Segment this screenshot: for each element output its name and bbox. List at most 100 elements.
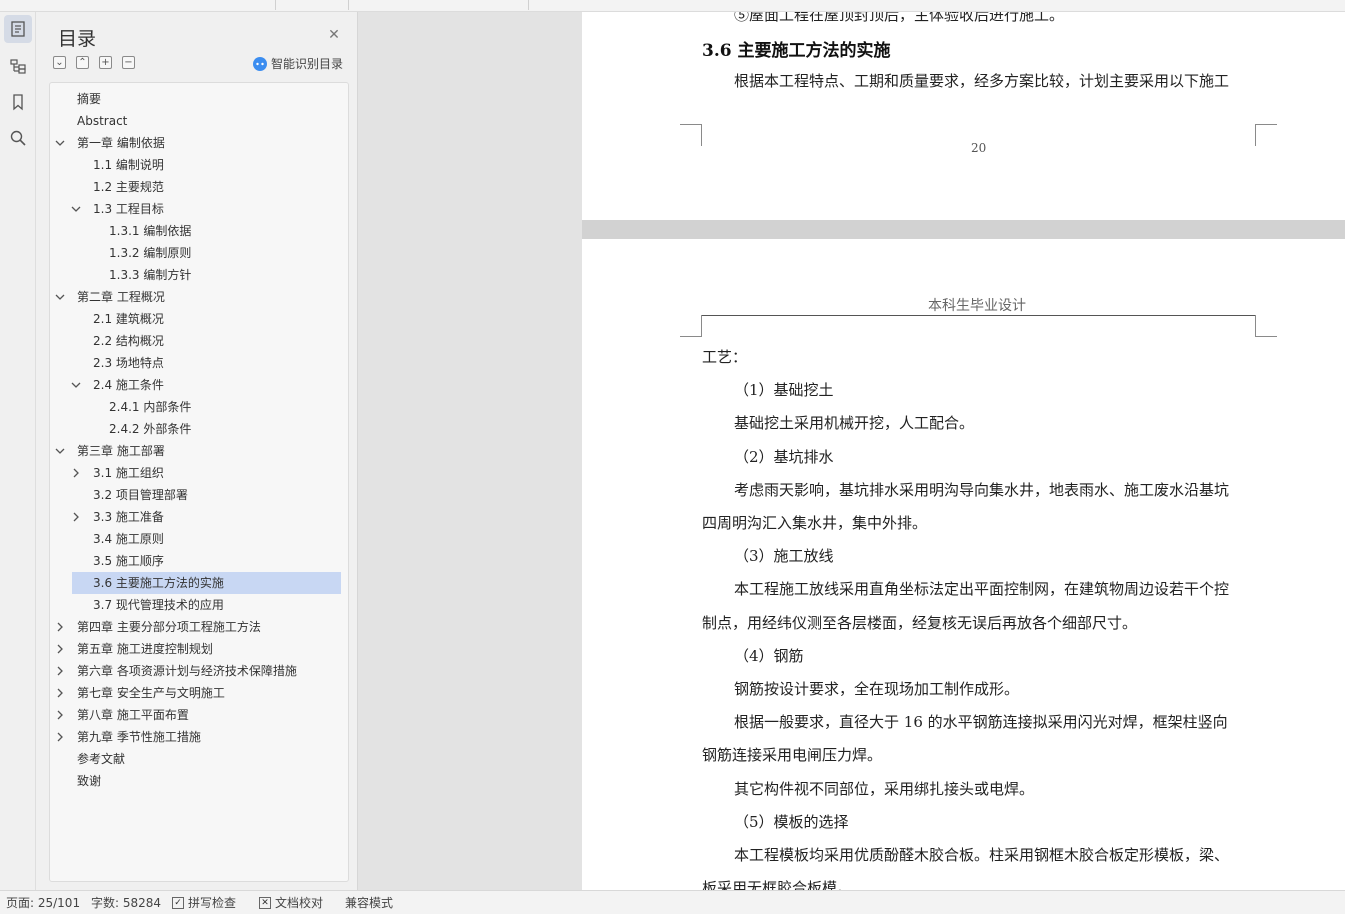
proofread-label: 文档校对 <box>275 896 324 910</box>
toc-item[interactable]: Abstract <box>50 110 348 132</box>
top-toolbar-strip <box>0 0 1345 12</box>
spell-check-label: 拼写检查 <box>188 896 237 910</box>
toc-item[interactable]: 参考文献 <box>50 748 348 770</box>
plus-icon: + <box>101 56 110 68</box>
toc-item[interactable]: 3.5 施工顺序 <box>50 550 348 572</box>
proofread-button[interactable]: ✕ 文档校对 <box>259 891 323 914</box>
toc-item[interactable]: 第八章 施工平面布置 <box>50 704 348 726</box>
toc-item[interactable]: 第二章 工程概况 <box>50 286 348 308</box>
chevron-right-icon[interactable] <box>54 638 66 660</box>
toc-item[interactable]: 3.3 施工准备 <box>50 506 348 528</box>
toc-item[interactable]: 2.4.1 内部条件 <box>50 396 348 418</box>
toc-item-label: 3.7 现代管理技术的应用 <box>93 598 224 612</box>
page-margin-mark <box>680 124 702 146</box>
chevron-right-icon[interactable] <box>54 660 66 682</box>
toc-item[interactable]: 2.4 施工条件 <box>50 374 348 396</box>
paragraph-line: （1）基础挖土 <box>734 381 834 399</box>
chevron-down-icon: ⌄ <box>55 56 64 68</box>
toc-item[interactable]: 3.2 项目管理部署 <box>50 484 348 506</box>
toolbar-separator <box>275 0 276 10</box>
chevron-down-icon[interactable] <box>54 286 66 308</box>
toc-item-label: 2.1 建筑概况 <box>93 312 164 326</box>
chevron-down-icon[interactable] <box>70 374 82 396</box>
chevron-down-icon[interactable] <box>54 440 66 462</box>
paragraph-line: 考虑雨天影响，基坑排水采用明沟导向集水井，地表雨水、施工废水沿基坑 <box>734 481 1230 499</box>
toc-panel-button[interactable] <box>4 15 32 43</box>
chevron-right-icon[interactable] <box>70 506 82 528</box>
toc-icon <box>11 21 25 37</box>
toc-item[interactable]: 3.6 主要施工方法的实施 <box>72 572 341 594</box>
toc-item[interactable]: 2.3 场地特点 <box>50 352 348 374</box>
toc-item-label: 1.3 工程目标 <box>93 202 164 216</box>
page-header-line <box>701 315 1255 316</box>
page-margin-mark <box>680 315 702 337</box>
paragraph-line: （2）基坑排水 <box>734 448 834 466</box>
side-icon-rail <box>0 12 36 890</box>
toc-panel: 目录 ✕ ⌄ ⌃ + − 智能识别目录 摘要 Abstract 第一章 编制依据 1.… <box>36 12 358 890</box>
remove-heading-button[interactable]: − <box>122 56 135 69</box>
toc-item[interactable]: 第九章 季节性施工措施 <box>50 726 348 748</box>
toc-item-label: 3.5 施工顺序 <box>93 554 164 568</box>
toc-item[interactable]: 1.1 编制说明 <box>50 154 348 176</box>
paragraph-line: 基础挖土采用机械开挖，人工配合。 <box>734 414 975 432</box>
toc-title: 目录 <box>58 28 97 50</box>
page-margin-mark <box>1255 315 1277 337</box>
search-panel-button[interactable] <box>4 124 32 152</box>
minus-icon: − <box>124 56 133 68</box>
ai-smart-icon <box>253 56 267 71</box>
toc-item[interactable]: 1.3.3 编制方针 <box>50 264 348 286</box>
toc-item-label: 2.4 施工条件 <box>93 378 164 392</box>
toc-item-label: 第三章 施工部署 <box>77 444 165 458</box>
toc-item-label: 3.1 施工组织 <box>93 466 164 480</box>
toc-item[interactable]: 3.4 施工原则 <box>50 528 348 550</box>
chevron-right-icon[interactable] <box>54 704 66 726</box>
navigation-panel-button[interactable] <box>4 52 32 80</box>
toc-item-label: 2.3 场地特点 <box>93 356 164 370</box>
spell-check-button[interactable]: ✓ 拼写检查 <box>172 891 236 914</box>
toc-item[interactable]: 1.3.1 编制依据 <box>50 220 348 242</box>
expand-all-button[interactable]: ⌄ <box>53 56 66 69</box>
add-heading-button[interactable]: + <box>99 56 112 69</box>
toc-item-label: 1.1 编制说明 <box>93 158 164 172</box>
toc-item[interactable]: 致谢 <box>50 770 348 792</box>
chevron-right-icon[interactable] <box>54 726 66 748</box>
paragraph-line: （4）钢筋 <box>734 647 804 665</box>
word-count[interactable]: 字数: 58284 <box>91 891 161 914</box>
toc-item[interactable]: 3.1 施工组织 <box>50 462 348 484</box>
collapse-all-button[interactable]: ⌃ <box>76 56 89 69</box>
bookmark-panel-button[interactable] <box>4 88 32 116</box>
toc-item[interactable]: 1.3.2 编制原则 <box>50 242 348 264</box>
toc-item[interactable]: 3.7 现代管理技术的应用 <box>50 594 348 616</box>
paragraph-line: 其它构件视不同部位，采用绑扎接头或电焊。 <box>734 780 1035 798</box>
toc-item[interactable]: 第三章 施工部署 <box>50 440 348 462</box>
toc-item[interactable]: 摘要 <box>50 88 348 110</box>
paragraph-line: ⑤屋面工程在屋顶封顶后，主体验收后进行施工。 <box>734 12 1065 24</box>
toc-item-label: 参考文献 <box>77 752 126 766</box>
document-canvas[interactable]: ⑤屋面工程在屋顶封顶后，主体验收后进行施工。 3.6 主要施工方法的实施 根据本… <box>358 12 1345 890</box>
toc-item[interactable]: 2.1 建筑概况 <box>50 308 348 330</box>
toc-item[interactable]: 2.2 结构概况 <box>50 330 348 352</box>
toc-item-label: 3.2 项目管理部署 <box>93 488 188 502</box>
toc-item[interactable]: 1.2 主要规范 <box>50 176 348 198</box>
chevron-down-icon[interactable] <box>54 132 66 154</box>
close-icon[interactable]: ✕ <box>327 28 341 42</box>
toc-item[interactable]: 第四章 主要分部分项工程施工方法 <box>50 616 348 638</box>
toc-item-label: 第八章 施工平面布置 <box>77 708 189 722</box>
toc-item[interactable]: 第五章 施工进度控制规划 <box>50 638 348 660</box>
toc-item[interactable]: 第六章 各项资源计划与经济技术保障措施 <box>50 660 348 682</box>
chevron-right-icon[interactable] <box>54 682 66 704</box>
toc-item[interactable]: 1.3 工程目标 <box>50 198 348 220</box>
toc-item[interactable]: 第一章 编制依据 <box>50 132 348 154</box>
toc-item-label: 第五章 施工进度控制规划 <box>77 642 213 656</box>
smart-toc-button[interactable]: 智能识别目录 <box>253 55 343 72</box>
chevron-right-icon[interactable] <box>54 616 66 638</box>
page-number: 20 <box>971 141 987 155</box>
paragraph-line: 板采用无框胶合板模。 <box>702 879 853 890</box>
status-bar: 页面: 25/101 字数: 58284 ✓ 拼写检查 ✕ 文档校对 兼容模式 <box>0 890 1345 914</box>
toc-item[interactable]: 第七章 安全生产与文明施工 <box>50 682 348 704</box>
toc-item[interactable]: 2.4.2 外部条件 <box>50 418 348 440</box>
chevron-right-icon[interactable] <box>70 462 82 484</box>
toc-item-label: 1.2 主要规范 <box>93 180 164 194</box>
page-count[interactable]: 页面: 25/101 <box>6 891 80 914</box>
chevron-down-icon[interactable] <box>70 198 82 220</box>
